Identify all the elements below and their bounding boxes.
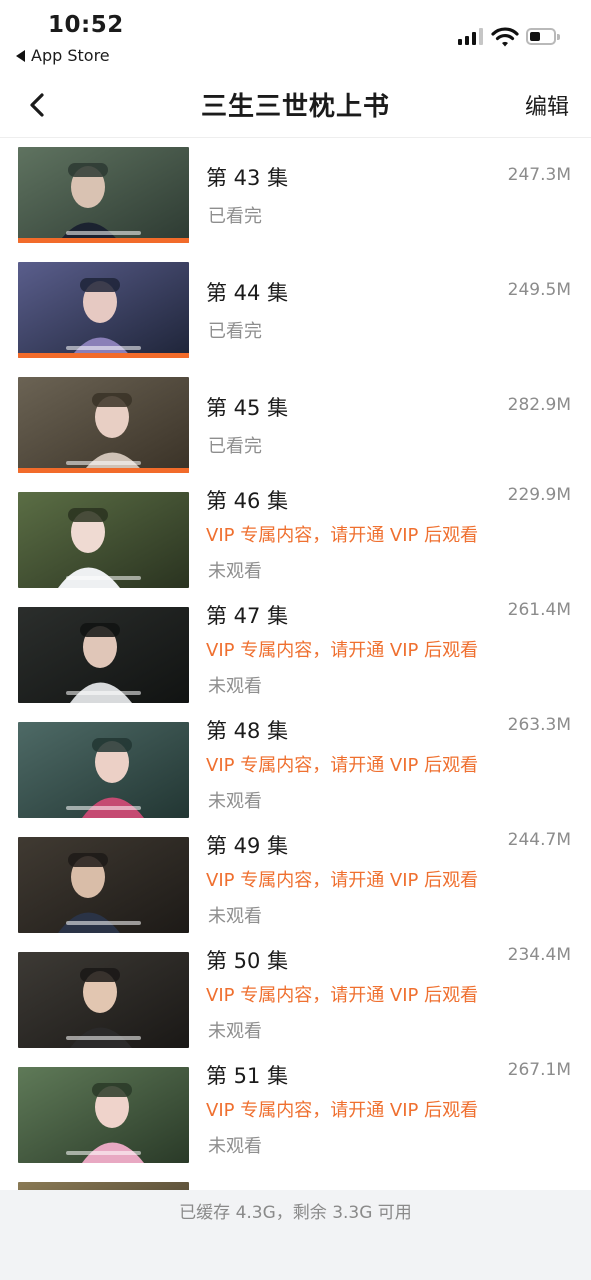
episode-row[interactable]: 第 50 集 234.4M VIP 专属内容，请开通 VIP 后观看未观看	[0, 945, 591, 1060]
episode-thumbnail[interactable]	[18, 262, 189, 358]
vip-notice[interactable]: VIP 专属内容，请开通 VIP 后观看	[206, 751, 478, 777]
episode-thumbnail[interactable]	[18, 1182, 189, 1190]
episode-row[interactable]: 第 47 集 261.4M VIP 专属内容，请开通 VIP 后观看未观看	[0, 600, 591, 715]
episode-row[interactable]: 第 52 集274.1M	[0, 1175, 591, 1190]
watch-progress-bar	[18, 353, 189, 358]
episode-file-size: 247.3M	[507, 165, 571, 185]
episode-row[interactable]: 第 43 集 247.3M 已看完	[0, 140, 591, 255]
edit-button[interactable]: 编辑	[525, 89, 569, 121]
vip-notice[interactable]: VIP 专属内容，请开通 VIP 后观看	[206, 1096, 478, 1122]
episode-title: 第 44 集	[206, 281, 289, 305]
episode-row[interactable]: 第 51 集 267.1M VIP 专属内容，请开通 VIP 后观看未观看	[0, 1060, 591, 1175]
watch-status: 已看完	[208, 321, 262, 342]
episode-title: 第 47 集	[206, 604, 289, 628]
episode-file-size: 234.4M	[507, 945, 571, 965]
episode-title: 第 51 集	[206, 1064, 289, 1088]
episode-thumbnail[interactable]	[18, 722, 189, 818]
watch-status: 已看完	[208, 206, 262, 227]
watch-status: 未观看	[208, 906, 262, 927]
watch-status: 未观看	[208, 1021, 262, 1042]
episode-thumbnail[interactable]	[18, 147, 189, 243]
page-title: 三生三世枕上书	[200, 92, 390, 122]
episode-thumbnail[interactable]	[18, 952, 189, 1048]
episode-title: 第 46 集	[206, 489, 289, 513]
episode-thumbnail[interactable]	[18, 377, 189, 473]
back-to-app-link[interactable]: App Store	[16, 46, 110, 65]
watch-progress-bar	[18, 238, 189, 243]
episode-file-size: 267.1M	[507, 1060, 571, 1080]
episode-row[interactable]: 第 48 集 263.3M VIP 专属内容，请开通 VIP 后观看未观看	[0, 715, 591, 830]
episode-thumbnail[interactable]	[18, 492, 189, 588]
vip-notice[interactable]: VIP 专属内容，请开通 VIP 后观看	[206, 636, 478, 662]
episode-title: 第 48 集	[206, 719, 289, 743]
vip-notice[interactable]: VIP 专属内容，请开通 VIP 后观看	[206, 866, 478, 892]
vip-notice[interactable]: VIP 专属内容，请开通 VIP 后观看	[206, 981, 478, 1007]
battery-icon	[526, 28, 560, 45]
episode-row[interactable]: 第 49 集 244.7M VIP 专属内容，请开通 VIP 后观看未观看	[0, 830, 591, 945]
watch-status: 未观看	[208, 1136, 262, 1157]
storage-info: 已缓存 4.3G，剩余 3.3G 可用	[179, 1203, 412, 1223]
episode-file-size: 244.7M	[507, 830, 571, 850]
status-bar: 10:52 App Store	[0, 0, 591, 72]
vip-notice[interactable]: VIP 专属内容，请开通 VIP 后观看	[206, 521, 478, 547]
episode-title: 第 43 集	[206, 166, 289, 190]
nav-bar: 三生三世枕上书 编辑	[0, 72, 591, 138]
episode-thumbnail[interactable]	[18, 837, 189, 933]
watch-status: 已看完	[208, 436, 262, 457]
episode-file-size: 263.3M	[507, 715, 571, 735]
watch-status: 未观看	[208, 791, 262, 812]
episode-title: 第 49 集	[206, 834, 289, 858]
back-triangle-icon	[16, 49, 25, 62]
watch-status: 未观看	[208, 676, 262, 697]
cellular-signal-icon	[458, 28, 483, 45]
episode-file-size: 249.5M	[507, 280, 571, 300]
episode-file-size: 261.4M	[507, 600, 571, 620]
episode-title: 第 45 集	[206, 396, 289, 420]
watch-progress-bar	[18, 468, 189, 473]
episode-row[interactable]: 第 46 集 229.9M VIP 专属内容，请开通 VIP 后观看未观看	[0, 485, 591, 600]
episode-list[interactable]: 第 43 集 247.3M 已看完第 44 集 249.5M 已看完第 45 集 282.…	[0, 140, 591, 1190]
storage-footer: 已缓存 4.3G，剩余 3.3G 可用	[0, 1190, 591, 1280]
episode-file-size: 282.9M	[507, 395, 571, 415]
back-app-label: App Store	[31, 46, 110, 65]
episode-row[interactable]: 第 45 集 282.9M 已看完	[0, 370, 591, 485]
episode-row[interactable]: 第 44 集 249.5M 已看完	[0, 255, 591, 370]
wifi-icon	[491, 27, 519, 47]
episode-thumbnail[interactable]	[18, 607, 189, 703]
episode-thumbnail[interactable]	[18, 1067, 189, 1163]
episode-file-size: 229.9M	[507, 485, 571, 505]
episode-title: 第 50 集	[206, 949, 289, 973]
clock: 10:52	[48, 12, 124, 38]
watch-status: 未观看	[208, 561, 262, 582]
